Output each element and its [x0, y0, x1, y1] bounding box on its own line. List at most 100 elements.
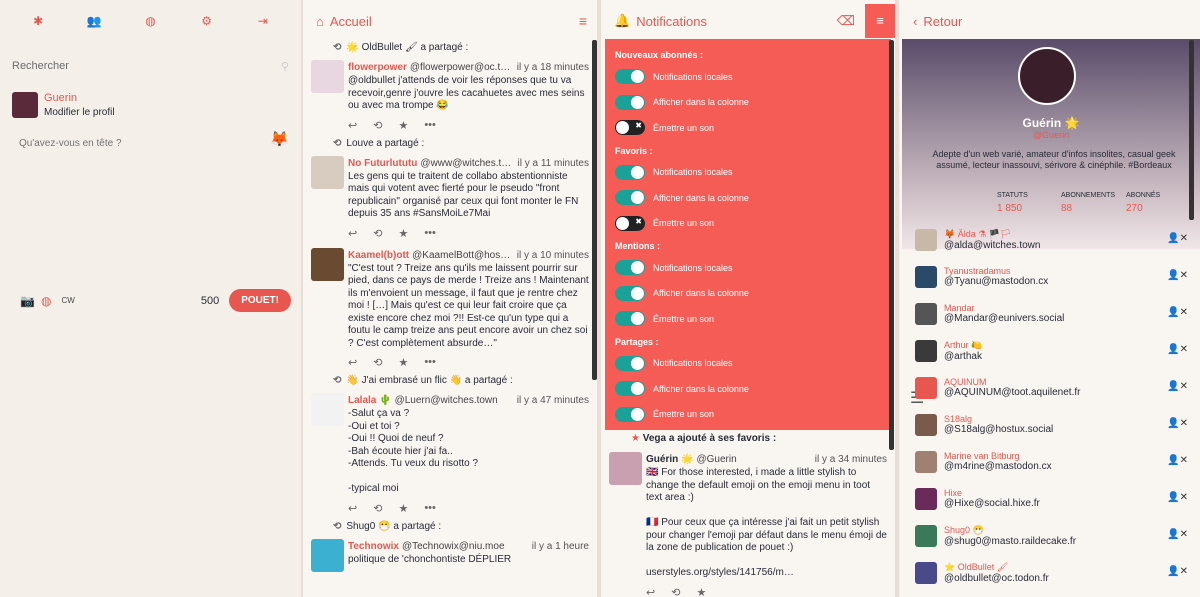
account-row[interactable]: Tyanustradamus @Tyanu@mastodon.cx 👤✕	[900, 258, 1200, 295]
boost-icon[interactable]: ⟲	[373, 502, 382, 515]
timestamp[interactable]: il y a 47 minutes	[517, 395, 589, 407]
display-name[interactable]: Mandar	[944, 303, 1064, 313]
account-row[interactable]: Marine van Bitburg @m4rine@mastodon.cx 👤✕	[900, 443, 1200, 480]
display-name[interactable]: AQUINUM	[944, 377, 1080, 387]
reply-icon[interactable]: ↩	[348, 119, 357, 132]
favourite-icon[interactable]: ★	[696, 586, 706, 597]
avatar[interactable]	[915, 339, 937, 362]
unfollow-icon[interactable]: 👤✕	[1167, 566, 1188, 577]
reply-icon[interactable]: ↩	[646, 586, 655, 597]
timestamp[interactable]: il y a 34 minutes	[815, 454, 887, 466]
setting-toggle[interactable]: Notifications locales	[615, 255, 881, 281]
status-card[interactable]: ⟲ 👋 J'ai embrasé un flic 👋 a partagé : La…	[303, 375, 597, 515]
avatar[interactable]	[915, 487, 937, 510]
reply-icon[interactable]: ↩	[348, 227, 357, 240]
notifications-header[interactable]: 🔔 Notifications ⌫ ≡	[601, 0, 895, 42]
toggle-switch[interactable]	[615, 355, 645, 371]
boost-icon[interactable]: ⟲	[373, 356, 382, 369]
display-name[interactable]: Technowix	[348, 541, 399, 553]
column-settings-icon[interactable]: ≡	[865, 4, 895, 38]
stat-statuses[interactable]: STATUTS 1 850	[997, 192, 1028, 214]
emoji-picker-icon[interactable]: 🦊	[270, 130, 289, 148]
display-name[interactable]: Tyanustradamus	[944, 266, 1048, 276]
setting-toggle[interactable]: Notifications locales	[615, 351, 881, 377]
avatar[interactable]	[915, 524, 937, 547]
toggle-switch[interactable]	[615, 94, 645, 110]
timestamp[interactable]: il y a 10 minutes	[517, 250, 589, 262]
setting-toggle[interactable]: Afficher dans la colonne	[615, 185, 881, 211]
getting-started-icon[interactable]: ✱	[23, 14, 53, 28]
logout-icon[interactable]: ⇥	[248, 14, 278, 28]
clear-icon[interactable]: ⌫	[837, 13, 855, 29]
column-settings-icon[interactable]: ≡	[579, 13, 587, 29]
unfollow-icon[interactable]: 👤✕	[1167, 307, 1188, 318]
display-name[interactable]: Arthur 🍋	[944, 340, 982, 351]
timestamp[interactable]: il y a 11 minutes	[517, 158, 589, 170]
toggle-switch[interactable]	[615, 311, 645, 327]
avatar[interactable]	[915, 228, 937, 251]
favourite-icon[interactable]: ★	[398, 227, 408, 240]
setting-toggle[interactable]: Émettre un son	[615, 402, 881, 428]
display-name[interactable]: Guérin 🌟	[646, 454, 693, 466]
status-card[interactable]: ⟲ 🌟 OldBullet 🖌 a partagé : flowerpower @f…	[303, 42, 597, 132]
avatar[interactable]	[915, 302, 937, 325]
more-icon[interactable]: •••	[424, 356, 436, 369]
camera-icon[interactable]: 📷	[20, 294, 35, 308]
timestamp[interactable]: il y a 18 minutes	[517, 62, 589, 74]
account-row[interactable]: Mandar @Mandar@eunivers.social 👤✕	[900, 295, 1200, 332]
avatar[interactable]	[311, 247, 344, 281]
boost-icon[interactable]: ⟲	[373, 227, 382, 240]
avatar[interactable]	[311, 538, 344, 572]
boost-icon[interactable]: ⟲	[373, 119, 382, 132]
toggle-switch[interactable]	[615, 215, 645, 231]
display-name[interactable]: 🦊 Älda ⚗ 🏴🏳	[944, 229, 1040, 240]
boost-icon[interactable]: ⟲	[671, 586, 680, 597]
display-name[interactable]: flowerpower	[348, 62, 407, 74]
unfollow-icon[interactable]: 👤✕	[1167, 492, 1188, 503]
avatar[interactable]	[311, 155, 344, 189]
edit-profile-link[interactable]: Modifier le profil	[44, 107, 115, 118]
avatar[interactable]	[915, 450, 937, 473]
avatar[interactable]	[915, 265, 937, 288]
toggle-switch[interactable]	[615, 190, 645, 206]
local-timeline-icon[interactable]: 👥	[79, 14, 109, 28]
status-card[interactable]: Guérin 🌟 @Guerin il y a 34 minutes 🇬🇧 Fo…	[601, 450, 895, 597]
favourite-icon[interactable]: ★	[398, 119, 408, 132]
avatar[interactable]	[311, 393, 344, 426]
unfollow-icon[interactable]: 👤✕	[1167, 344, 1188, 355]
toot-button[interactable]: POUET!	[229, 289, 291, 312]
display-name[interactable]: S18alg	[944, 414, 1053, 424]
setting-toggle[interactable]: Émettre un son	[615, 306, 881, 332]
display-name[interactable]: Shug0 😷	[944, 525, 1076, 536]
more-icon[interactable]: •••	[424, 502, 436, 515]
account-row[interactable]: Arthur 🍋 @arthak 👤✕	[900, 332, 1200, 369]
more-icon[interactable]: •••	[424, 227, 436, 240]
avatar[interactable]	[12, 92, 38, 118]
display-name[interactable]: Hixe	[944, 488, 1040, 498]
unfollow-icon[interactable]: 👤✕	[1167, 418, 1188, 429]
toggle-switch[interactable]	[615, 406, 645, 422]
toggle-switch[interactable]	[615, 260, 645, 276]
account-row[interactable]: Hixe @Hixe@social.hixe.fr 👤✕	[900, 480, 1200, 517]
unfollow-icon[interactable]: 👤✕	[1167, 233, 1188, 244]
status-card[interactable]: Kaamel(b)ott@KaamelBott@hostux.soci… il y…	[303, 246, 597, 369]
reply-icon[interactable]: ↩	[348, 356, 357, 369]
settings-icon[interactable]: ⚙	[192, 14, 222, 28]
stat-following[interactable]: ABONNEMENTS 88	[1061, 192, 1115, 214]
account-row[interactable]: 🦊 Älda ⚗ 🏴🏳 @alda@witches.town 👤✕	[900, 221, 1200, 258]
setting-toggle[interactable]: Notifications locales	[615, 64, 881, 90]
home-header[interactable]: ⌂ Accueil ≡	[303, 0, 597, 42]
avatar[interactable]	[915, 561, 937, 584]
display-name[interactable]: No Futurlututu	[348, 158, 417, 170]
account-row[interactable]: S18alg @S18alg@hostux.social 👤✕	[900, 406, 1200, 443]
account-row[interactable]: AQUINUM @AQUINUM@toot.aquilenet.fr 👤✕	[900, 369, 1200, 406]
stat-followers[interactable]: ABONNÉS 270	[1126, 192, 1160, 214]
globe-icon[interactable]: ◍	[41, 294, 51, 308]
display-name[interactable]: Lalala 🌵	[348, 395, 392, 407]
unfollow-icon[interactable]: 👤✕	[1167, 381, 1188, 392]
unfollow-icon[interactable]: 👤✕	[1167, 455, 1188, 466]
avatar[interactable]	[609, 452, 642, 485]
federated-timeline-icon[interactable]: ◍	[135, 14, 165, 28]
favourite-icon[interactable]: ★	[398, 356, 408, 369]
toggle-switch[interactable]	[615, 164, 645, 180]
